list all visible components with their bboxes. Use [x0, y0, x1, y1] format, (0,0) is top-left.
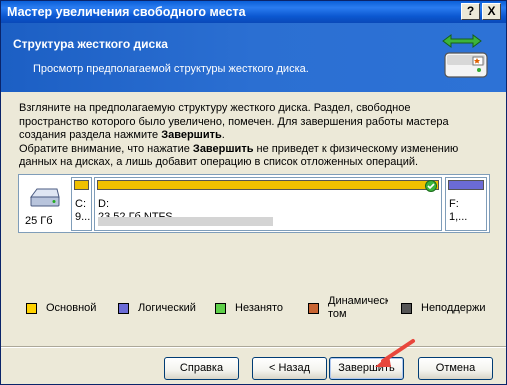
legend-swatch — [118, 303, 129, 314]
page-title: Структура жесткого диска — [13, 37, 168, 51]
legend-label: Неподдержи — [421, 302, 486, 314]
partition-usage-fill — [98, 217, 273, 226]
disk-cell[interactable]: 25 Гб — [21, 177, 69, 231]
disk-resize-icon — [442, 34, 488, 78]
intro-line: Взгляните на предполагаемую структуру же… — [19, 102, 411, 114]
cancel-button[interactable]: Отмена — [418, 357, 493, 380]
partition-color-bar — [448, 180, 484, 190]
window-title: Мастер увеличения свободного места — [7, 5, 246, 19]
legend-label: Логический — [138, 302, 196, 314]
partition-letter: D: — [98, 198, 109, 210]
partition-c[interactable]: C: 9... — [71, 177, 92, 231]
intro-line: Обратите внимание, что нажатие — [19, 142, 193, 155]
partition-info: 1,... — [449, 211, 468, 223]
partition-letter: F: — [449, 198, 459, 210]
check-icon — [425, 180, 437, 192]
footer-separator — [1, 346, 506, 348]
close-button[interactable]: X — [482, 3, 501, 20]
partition-f[interactable]: F: 1,... — [445, 177, 487, 231]
partition-letter: C: — [75, 198, 86, 210]
partition-label: C: 9... — [75, 198, 90, 224]
intro-text: Взгляните на предполагаемую структуру же… — [19, 102, 489, 170]
legend-label: Динамическ том — [328, 295, 388, 320]
wizard-window: Мастер увеличения свободного места ? X С… — [0, 0, 507, 385]
help-button[interactable]: Справка — [164, 357, 239, 380]
header-band — [1, 23, 506, 92]
legend-swatch — [401, 303, 412, 314]
hard-disk-icon — [30, 188, 60, 207]
intro-line: пространство которого было увеличено, по… — [19, 115, 449, 128]
disk-map: 25 Гб C: 9... D: 23,52 Гб NTFS — [18, 174, 490, 233]
legend-swatch — [215, 303, 226, 314]
page-subtitle: Просмотр предполагаемой структуры жестко… — [33, 63, 309, 75]
legend-label: Незанято — [235, 302, 284, 314]
legend-swatch — [308, 303, 319, 314]
intro-line: создания раздела нажмите — [19, 129, 162, 141]
legend-swatch — [26, 303, 37, 314]
intro-punct: . — [221, 129, 225, 141]
partition-info: 9... — [75, 211, 91, 223]
disk-size-label: 25 Гб — [25, 215, 53, 227]
partition-d[interactable]: D: 23,52 Гб NTFS — [94, 177, 442, 231]
partition-color-bar — [74, 180, 89, 190]
partition-label: F: 1,... — [449, 198, 467, 224]
wizard-header: Структура жесткого диска Просмотр предпо… — [1, 23, 506, 92]
partition-color-bar — [97, 180, 439, 190]
intro-line: не приведет к физическому изменению — [253, 142, 459, 155]
intro-line: данных на дисках, а лишь добавит операци… — [19, 156, 419, 168]
help-title-button[interactable]: ? — [461, 3, 480, 20]
legend: Основной Логический Незанято Динамическ … — [18, 295, 493, 333]
legend-label: Основной — [46, 302, 97, 314]
intro-emphasis: Завершить — [192, 142, 254, 155]
title-bar: Мастер увеличения свободного места — [1, 1, 506, 23]
back-button[interactable]: < Назад — [252, 357, 327, 380]
red-arrow-icon — [375, 339, 415, 367]
intro-emphasis: Завершить — [161, 129, 222, 141]
